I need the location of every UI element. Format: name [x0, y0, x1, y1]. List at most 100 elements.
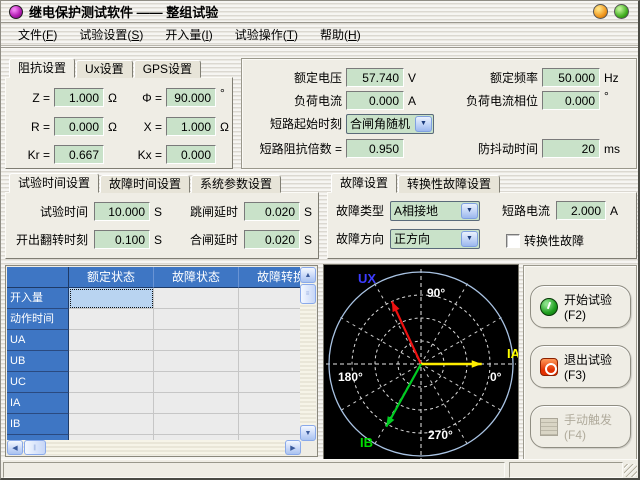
fault-direction-value: 正方向 [391, 230, 461, 247]
chevron-down-icon[interactable]: ▼ [461, 203, 478, 219]
close-delay-input[interactable]: 0.020 [244, 230, 300, 249]
table-cell[interactable] [154, 330, 239, 351]
tab-fault-settings[interactable]: 故障设置 [331, 173, 397, 193]
table-cell[interactable] [239, 309, 301, 330]
tab-conversion-fault-settings[interactable]: 转换性故障设置 [398, 175, 500, 193]
short-circuit-current-input[interactable]: 2.000 [556, 201, 606, 220]
table-cell[interactable] [239, 393, 301, 414]
table-cell[interactable] [154, 288, 239, 309]
exit-test-label: 退出试验(F3) [564, 351, 630, 382]
manual-trigger-button[interactable]: 手动触发(F4) [530, 405, 631, 448]
table-row: UC [7, 372, 301, 393]
scroll-up-icon[interactable]: ▲ [300, 267, 316, 283]
row-label[interactable]: IA [7, 393, 69, 414]
rated-frequency-input[interactable]: 50.000 [542, 68, 600, 87]
r-unit: Ω [108, 120, 117, 134]
short-circuit-start-dropdown[interactable]: 合闸角随机 ▼ [346, 114, 434, 134]
menu-test-settings[interactable]: 试验设置(S) [70, 24, 152, 45]
tab-gps-settings[interactable]: GPS设置 [134, 60, 201, 78]
table-cell[interactable] [69, 393, 154, 414]
table-row: UB [7, 351, 301, 372]
scroll-right-icon[interactable]: ▶ [285, 440, 301, 455]
polar-plot: 90° 180° 0° 270° UX IA IB [324, 265, 518, 463]
table-cell[interactable] [154, 309, 239, 330]
menu-help[interactable]: 帮助(H) [311, 24, 370, 45]
phi-label: Φ = [122, 91, 162, 105]
table-cell[interactable] [69, 330, 154, 351]
table-cell[interactable] [239, 288, 301, 309]
load-current-input[interactable]: 0.000 [346, 91, 404, 110]
table-cell[interactable] [239, 351, 301, 372]
impedance-multiplier-input[interactable]: 0.950 [346, 139, 404, 158]
tab-ux-settings[interactable]: Ux设置 [76, 60, 133, 78]
chevron-down-icon[interactable]: ▼ [461, 231, 478, 247]
debounce-time-label: 防抖动时间 [438, 140, 538, 157]
title-bar: 继电保护测试软件 —— 整组试验 [1, 1, 639, 23]
menu-file[interactable]: 文件(F) [9, 24, 66, 45]
table-vertical-scrollbar[interactable]: ▲ ≡ ▼ [300, 267, 316, 441]
test-time-input[interactable]: 10.000 [94, 202, 150, 221]
col-header-rated-state[interactable]: 额定状态 [69, 267, 154, 288]
debounce-time-input[interactable]: 20 [542, 139, 600, 158]
table-cell[interactable] [154, 351, 239, 372]
table-cell[interactable] [154, 414, 239, 435]
row-label[interactable]: UB [7, 351, 69, 372]
kr-input[interactable]: 0.667 [54, 145, 104, 164]
minimize-icon[interactable] [593, 4, 608, 19]
row-label[interactable]: 开入量 [7, 288, 69, 309]
start-test-button[interactable]: 开始试验(F2) [530, 285, 631, 328]
table-cell[interactable] [69, 372, 154, 393]
app-window: 继电保护测试软件 —— 整组试验 文件(F) 试验设置(S) 开入量(I) 试验… [0, 0, 640, 480]
table-cell[interactable] [69, 309, 154, 330]
load-current-phase-input[interactable]: 0.000 [542, 91, 600, 110]
kx-input[interactable]: 0.000 [166, 145, 216, 164]
vector-diagram: 90° 180° 0° 270° UX IA IB [323, 264, 519, 464]
table-horizontal-scrollbar[interactable]: ◀ ∥ ▶ [7, 440, 301, 455]
scroll-down-icon[interactable]: ▼ [300, 425, 316, 441]
table-cell[interactable] [69, 351, 154, 372]
z-input[interactable]: 1.000 [54, 88, 104, 107]
table-cell[interactable] [69, 414, 154, 435]
close-delay-unit: S [304, 233, 312, 247]
table-cell[interactable] [154, 393, 239, 414]
table-cell[interactable] [154, 372, 239, 393]
table-cell[interactable] [239, 372, 301, 393]
row-label[interactable]: UA [7, 330, 69, 351]
col-header-fault-conversion[interactable]: 故障转换 [239, 267, 301, 288]
horizontal-scroll-thumb[interactable]: ∥ [24, 440, 46, 455]
tab-fault-time-settings[interactable]: 故障时间设置 [100, 175, 190, 193]
r-input[interactable]: 0.000 [54, 117, 104, 136]
fault-type-label: 故障类型 [334, 202, 384, 219]
chevron-down-icon[interactable]: ▼ [415, 116, 432, 132]
row-label[interactable]: IB [7, 414, 69, 435]
conversion-fault-checkbox[interactable] [506, 234, 520, 248]
fault-type-value: A相接地 [391, 202, 461, 219]
resize-grip[interactable] [624, 464, 637, 477]
table-cell[interactable] [239, 330, 301, 351]
tab-test-time-settings[interactable]: 试验时间设置 [9, 173, 99, 193]
x-input[interactable]: 1.000 [166, 117, 216, 136]
exit-test-button[interactable]: 退出试验(F3) [530, 345, 631, 388]
row-label[interactable]: UC [7, 372, 69, 393]
close-icon[interactable] [614, 4, 629, 19]
row-label[interactable]: 动作时间 [7, 309, 69, 330]
table-cell-selected[interactable] [69, 288, 154, 309]
menu-test-operation[interactable]: 试验操作(T) [226, 24, 307, 45]
kx-label: Kx = [122, 148, 162, 162]
vertical-scroll-thumb[interactable]: ≡ [300, 284, 316, 304]
tab-impedance-settings[interactable]: 阻抗设置 [9, 58, 75, 78]
rated-voltage-input[interactable]: 57.740 [346, 68, 404, 87]
output-flip-time-input[interactable]: 0.100 [94, 230, 150, 249]
short-circuit-current-label: 短路电流 [500, 202, 550, 219]
load-current-phase-label: 负荷电流相位 [438, 92, 538, 109]
col-header-fault-state[interactable]: 故障状态 [154, 267, 239, 288]
status-pane-right [509, 462, 623, 478]
fault-type-dropdown[interactable]: A相接地 ▼ [390, 201, 480, 221]
fault-direction-dropdown[interactable]: 正方向 ▼ [390, 229, 480, 249]
trip-delay-input[interactable]: 0.020 [244, 202, 300, 221]
table-cell[interactable] [239, 414, 301, 435]
tab-system-param-settings[interactable]: 系统参数设置 [191, 175, 281, 193]
scroll-left-icon[interactable]: ◀ [7, 440, 23, 455]
phi-input[interactable]: 90.000 [166, 88, 216, 107]
menu-input-quantity[interactable]: 开入量(I) [156, 24, 221, 45]
